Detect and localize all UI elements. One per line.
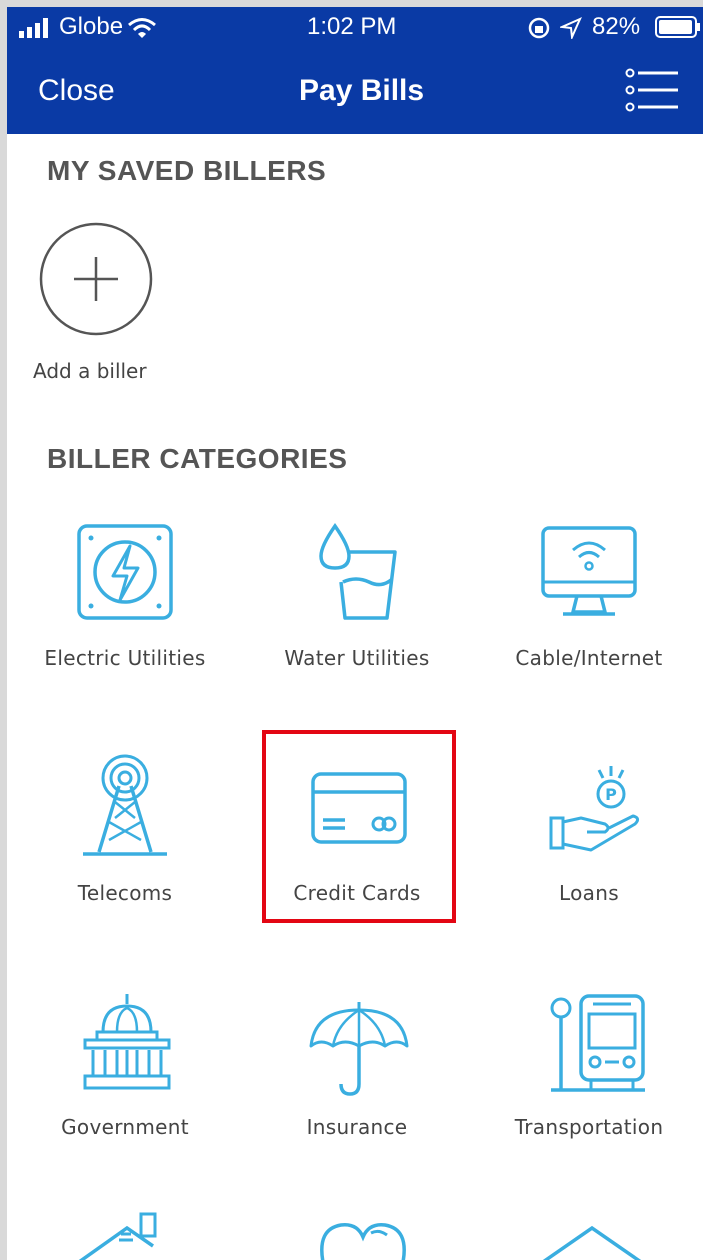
umbrella-icon — [307, 1000, 411, 1100]
category-label: Electric Utilities — [44, 646, 206, 670]
clock: 1:02 PM — [307, 13, 397, 40]
nav-bar: Close Pay Bills — [7, 47, 703, 134]
heart-icon[interactable] — [313, 1217, 413, 1260]
category-telecoms[interactable]: Telecoms — [9, 752, 241, 952]
selection-highlight-box — [262, 730, 456, 923]
category-cable-internet[interactable]: Cable/Internet — [473, 512, 703, 712]
category-electric-utilities[interactable]: Electric Utilities — [9, 512, 241, 712]
close-button[interactable]: Close — [38, 74, 115, 108]
biller-categories-heading: BILLER CATEGORIES — [47, 443, 348, 474]
roof-icon[interactable] — [537, 1212, 647, 1260]
signal-icon — [19, 17, 53, 38]
category-label: Telecoms — [77, 881, 173, 905]
category-loans[interactable]: P Loans — [473, 752, 703, 952]
electric-icon — [75, 522, 175, 622]
category-insurance[interactable]: Insurance — [241, 992, 473, 1192]
location-icon — [558, 17, 582, 41]
category-label: Loans — [559, 881, 619, 905]
bus-icon — [549, 992, 649, 1096]
category-government[interactable]: Government — [9, 992, 241, 1192]
add-biller-label: Add a biller — [33, 359, 147, 383]
house-icon[interactable] — [75, 1212, 175, 1260]
add-biller-button[interactable]: Add a biller — [33, 222, 173, 387]
app-screen: Globe 1:02 PM 82% Close Pay Bills MY SAV… — [7, 7, 703, 1260]
carrier-name: Globe — [59, 13, 124, 40]
plus-circle-icon — [39, 222, 153, 336]
wifi-icon — [127, 16, 157, 40]
orientation-lock-icon — [527, 16, 551, 40]
tower-icon — [75, 752, 175, 862]
category-label: Water Utilities — [284, 646, 430, 670]
svg-text:P: P — [605, 785, 617, 804]
saved-billers-heading: MY SAVED BILLERS — [47, 155, 327, 186]
monitor-wifi-icon — [539, 522, 639, 622]
hand-coin-icon: P — [547, 762, 647, 862]
list-menu-icon[interactable] — [624, 67, 680, 113]
water-glass-icon — [311, 522, 401, 622]
category-label: Cable/Internet — [515, 646, 663, 670]
battery-percent: 82% — [592, 13, 641, 40]
category-label: Transportation — [514, 1115, 664, 1139]
status-bar: Globe 1:02 PM 82% — [7, 7, 703, 47]
category-water-utilities[interactable]: Water Utilities — [241, 512, 473, 712]
battery-icon — [655, 16, 701, 38]
category-transportation[interactable]: Transportation — [473, 992, 703, 1192]
category-label: Government — [61, 1115, 189, 1139]
page-title: Pay Bills — [299, 74, 425, 107]
category-label: Insurance — [306, 1115, 408, 1139]
government-building-icon — [77, 992, 177, 1092]
